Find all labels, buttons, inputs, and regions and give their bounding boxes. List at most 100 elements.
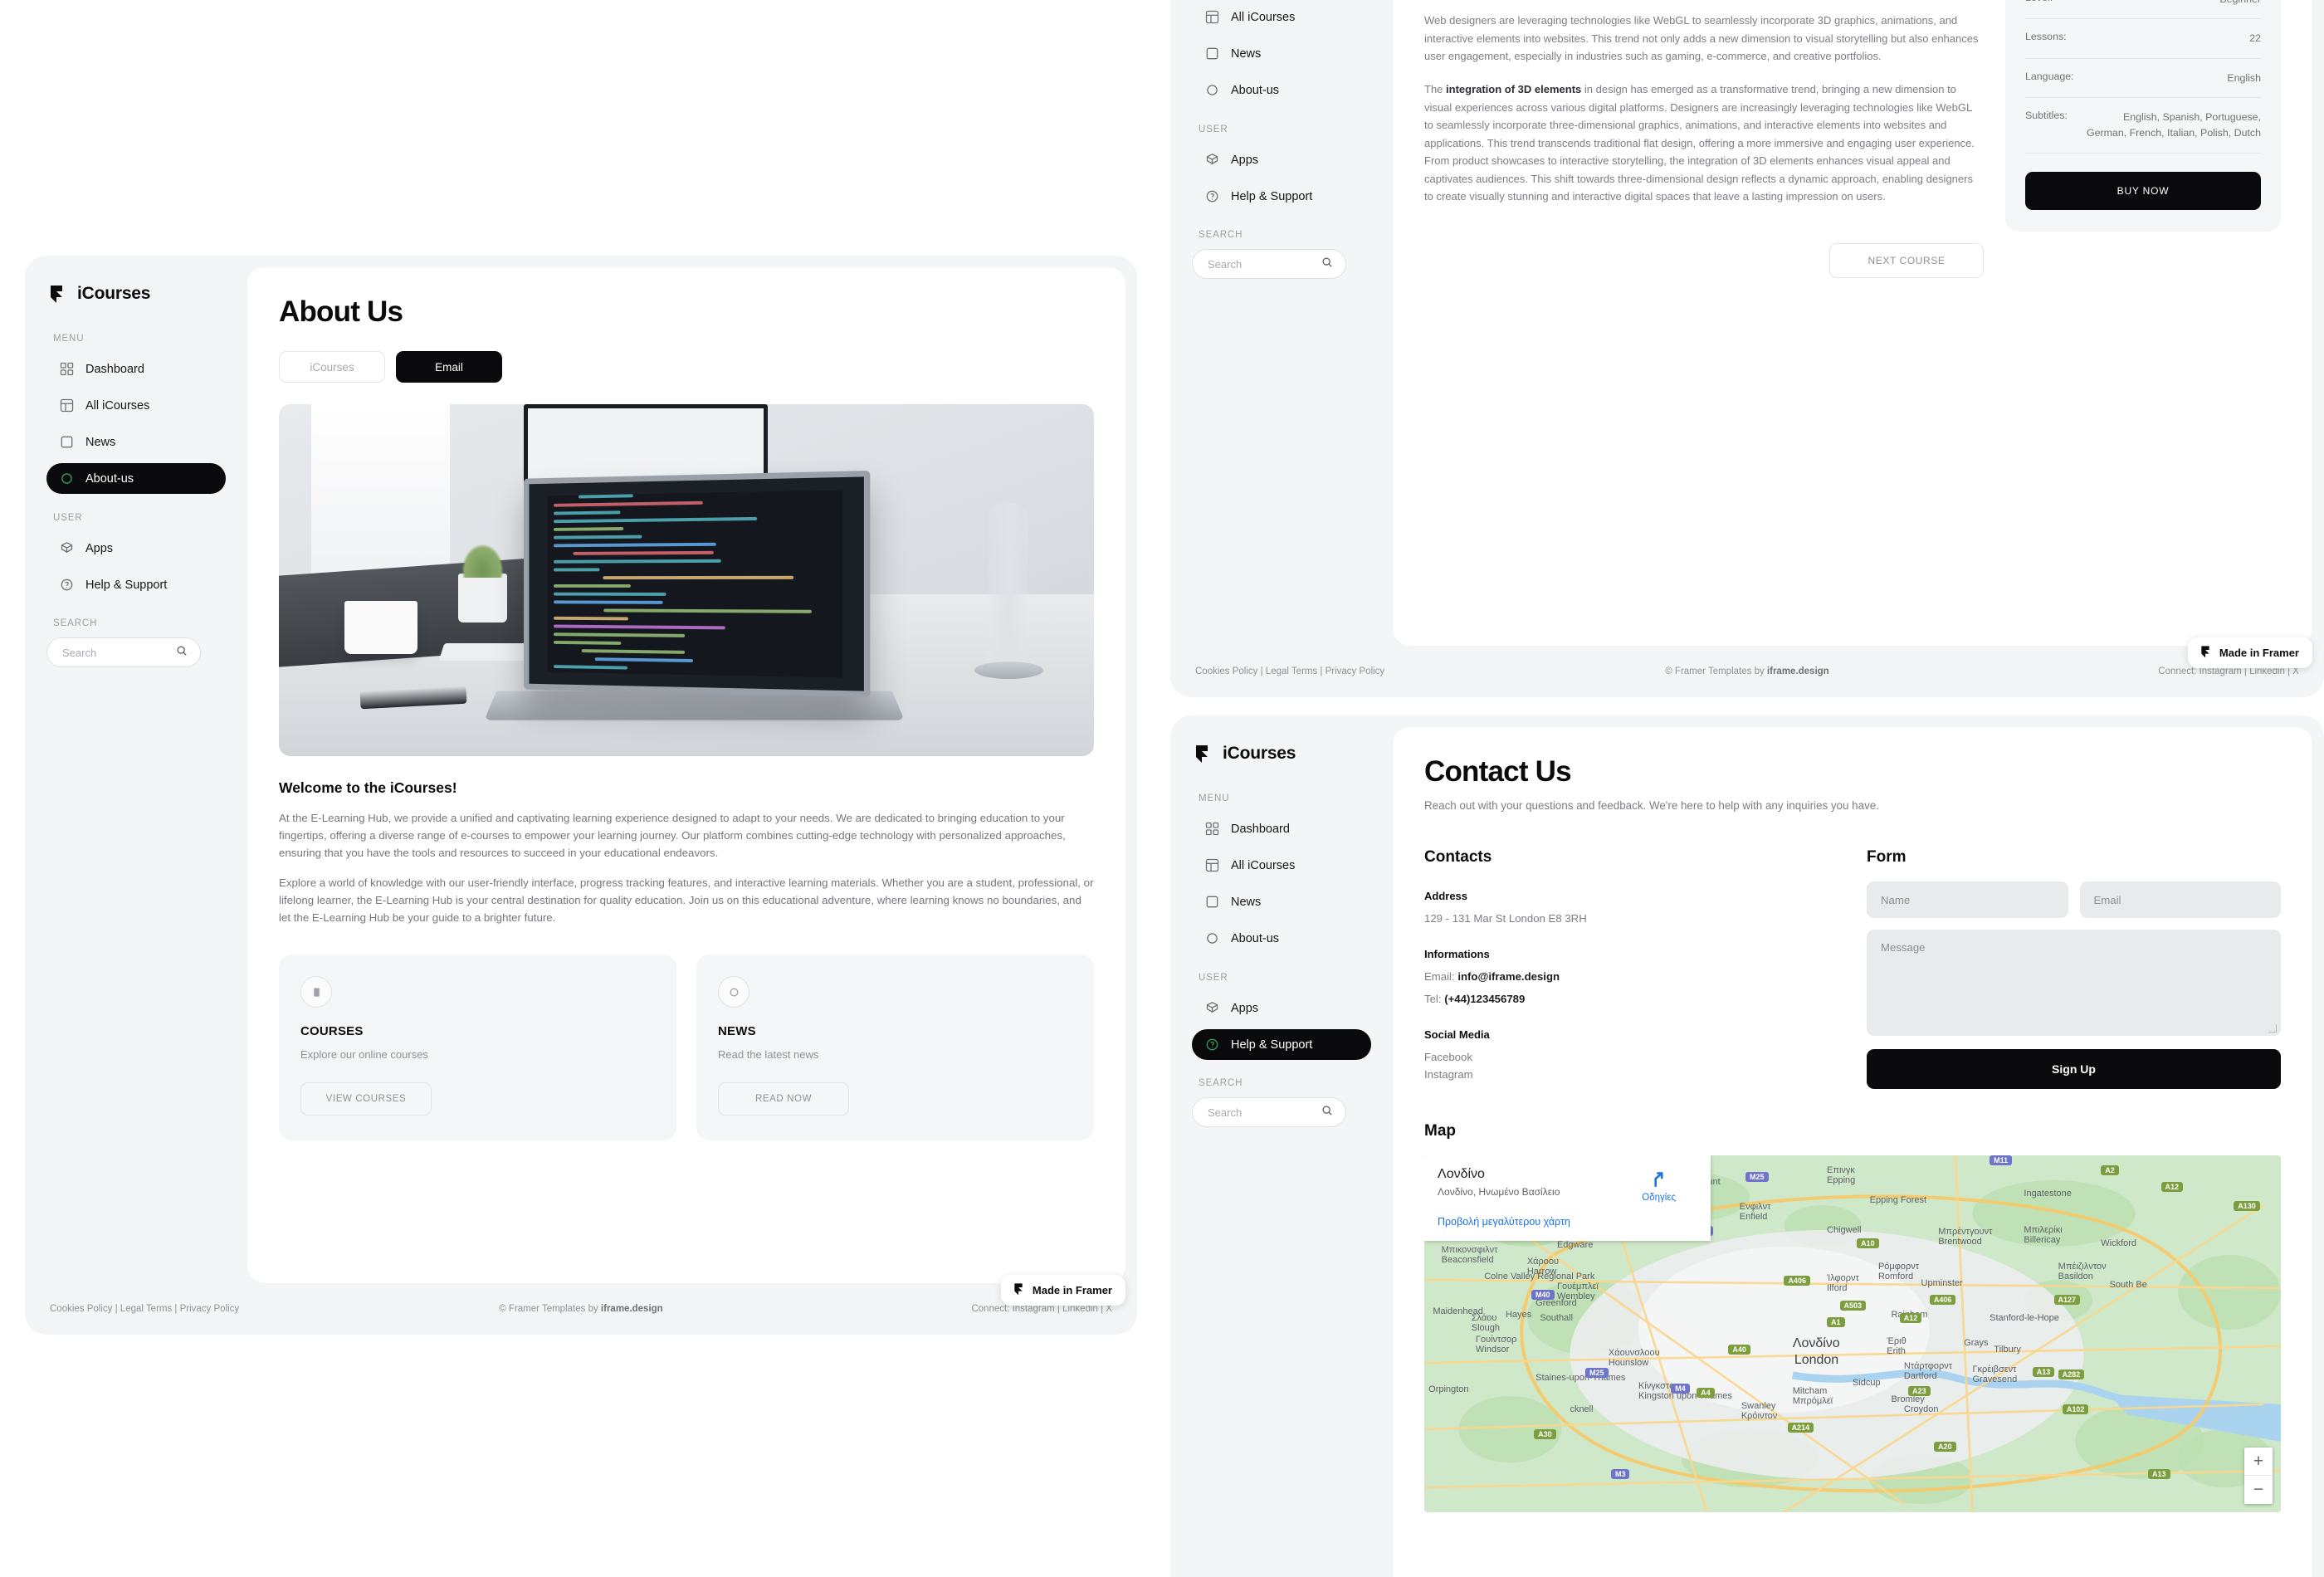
email-value[interactable]: info@iframe.design	[1457, 970, 1560, 983]
next-course-button[interactable]: NEXT COURSE	[1829, 243, 1984, 278]
circle-icon	[718, 976, 749, 1008]
made-in-framer-label: Made in Framer	[2219, 647, 2299, 659]
name-field[interactable]: Name	[1867, 881, 2068, 918]
search-input[interactable]: Search	[1192, 1097, 1346, 1127]
made-in-framer-badge[interactable]: Made in Framer	[2188, 637, 2312, 668]
message-field[interactable]: Message	[1867, 930, 2281, 1036]
footer-credit-brand[interactable]: iframe.design	[1767, 666, 1829, 676]
sidebar-item-about-us[interactable]: About-us	[1192, 75, 1371, 105]
search-placeholder: Search	[1208, 1106, 1242, 1119]
welcome-heading: Welcome to the iCourses!	[279, 779, 1094, 797]
sidebar-about: iCourses MENU Dashboard All iCourses New…	[25, 256, 247, 1283]
tab-email[interactable]: Email	[396, 351, 502, 383]
feature-card-row: COURSES Explore our online courses VIEW …	[279, 954, 1094, 1140]
sidebar-item-all-icourses[interactable]: All iCourses	[46, 390, 226, 421]
map-place-label: Upminster	[1921, 1278, 1963, 1288]
map-place-label: Hayes	[1506, 1310, 1531, 1320]
code-editor	[548, 490, 842, 677]
map-route-shield: A130	[2234, 1201, 2260, 1211]
social-media-heading: Social Media	[1424, 1028, 1838, 1041]
sidebar-item-dashboard[interactable]: Dashboard	[1192, 813, 1371, 844]
sidebar-item-apps[interactable]: Apps	[1192, 144, 1371, 175]
sidebar-item-news[interactable]: News	[1192, 886, 1371, 917]
search-input[interactable]: Search	[46, 637, 201, 667]
sidebar-item-about-us[interactable]: About-us	[1192, 923, 1371, 954]
paragraph-bold: integration of 3D elements	[1446, 83, 1581, 95]
map-place-label: Romford	[1878, 1272, 1913, 1282]
map-zoom-in-button[interactable]: +	[2244, 1448, 2273, 1476]
contacts-heading: Contacts	[1424, 848, 1838, 867]
social-link-instagram[interactable]: Instagram	[1424, 1068, 1838, 1081]
map-place-label: Epping Forest	[1870, 1195, 1926, 1205]
sidebar-item-news[interactable]: News	[46, 427, 226, 457]
paragraph-post: in design has emerged as a transformativ…	[1424, 83, 1975, 203]
social-link-facebook[interactable]: Facebook	[1424, 1051, 1838, 1063]
view-courses-button[interactable]: VIEW COURSES	[300, 1082, 432, 1116]
sidebar-item-all-icourses[interactable]: All iCourses	[1192, 850, 1371, 881]
map-zoom-out-button[interactable]: −	[2244, 1476, 2273, 1504]
read-now-button[interactable]: READ NOW	[718, 1082, 849, 1116]
square-icon	[1205, 895, 1219, 909]
footer-legal-links[interactable]: Cookies Policy | Legal Terms | Privacy P…	[50, 1304, 411, 1314]
search-input[interactable]: Search	[1192, 249, 1346, 279]
sidebar-item-apps[interactable]: Apps	[46, 533, 226, 564]
sidebar-item-help-support[interactable]: Help & Support	[1192, 181, 1371, 212]
footer-legal-links[interactable]: Cookies Policy | Legal Terms | Privacy P…	[1195, 666, 1570, 676]
coffee-mug	[344, 601, 417, 654]
map-place-label: Επινγκ	[1827, 1165, 1855, 1175]
sidebar-item-help-support[interactable]: Help & Support	[1192, 1029, 1371, 1060]
sidebar-item-about-us[interactable]: About-us	[46, 463, 226, 494]
layout-icon	[60, 398, 74, 413]
brand-contact[interactable]: iCourses	[1192, 744, 1371, 764]
informations-heading: Informations	[1424, 948, 1838, 960]
sign-up-button[interactable]: Sign Up	[1867, 1049, 2281, 1089]
map-bigger-map-link[interactable]: Προβολή μεγαλύτερου χάρτη	[1438, 1216, 1697, 1228]
map-embed[interactable]: ΤσέσανCheshuntPotters BarΕπινγκEppingEpp…	[1424, 1155, 2281, 1512]
buy-now-button[interactable]: BUY NOW	[2025, 172, 2261, 210]
square-icon	[60, 435, 74, 449]
about-app-window: iCourses MENU Dashboard All iCourses New…	[25, 256, 1137, 1335]
square-icon	[1205, 46, 1219, 61]
cube-icon	[1205, 153, 1219, 167]
sidebar-item-all-icourses[interactable]: All iCourses	[1192, 2, 1371, 32]
about-main-card: About Us iCourses Email Welcome to the i…	[247, 267, 1125, 1283]
detail-row: Level: Beginner	[2025, 0, 2261, 19]
map-place-subtitle: Λονδίνο, Ηνωμένο Βασίλειο	[1438, 1186, 1560, 1198]
feature-subtitle: Explore our online courses	[300, 1048, 655, 1061]
circle-icon	[60, 471, 74, 486]
map-place-title: Λονδίνο	[1438, 1167, 1560, 1182]
map-place-label: Μπρόμλεϊ	[1793, 1396, 1833, 1406]
made-in-framer-badge[interactable]: Made in Framer	[1001, 1275, 1125, 1306]
tel-label: Tel:	[1424, 993, 1444, 1005]
tab-icourses[interactable]: iCourses	[279, 351, 385, 383]
email-field[interactable]: Email	[2080, 881, 2282, 918]
tel-value[interactable]: (+44)123456789	[1444, 993, 1525, 1005]
footer-credit-brand[interactable]: iframe.design	[601, 1304, 663, 1314]
brand-about[interactable]: iCourses	[46, 284, 226, 304]
map-place-label: Wickford	[2101, 1238, 2136, 1248]
resize-grip-icon[interactable]	[2268, 1024, 2277, 1033]
sidebar-item-news[interactable]: News	[1192, 38, 1371, 69]
sidebar-item-dashboard[interactable]: Dashboard	[46, 354, 226, 384]
about-tab-row: iCourses Email	[279, 351, 1094, 383]
map-zoom-controls[interactable]: + −	[2244, 1448, 2273, 1504]
map-place-label: Stanford-le-Hope	[1990, 1313, 2059, 1323]
map-place-label: Croydon	[1904, 1404, 1939, 1414]
map-place-label: Brentwood	[1938, 1237, 1982, 1247]
sidebar-contact: iCourses MENU Dashboard All iCourses New…	[1170, 715, 1393, 1577]
map-info-card: Λονδίνο Λονδίνο, Ηνωμένο Βασίλειο Οδηγίε…	[1424, 1155, 1711, 1241]
grid-icon	[1205, 822, 1219, 836]
sidebar-item-apps[interactable]: Apps	[1192, 993, 1371, 1023]
sidebar-item-label: About-us	[1231, 932, 1279, 945]
email-line: Email: info@iframe.design	[1424, 970, 1838, 983]
brand-name: iCourses	[1223, 744, 1296, 764]
map-directions-button[interactable]: Οδηγίες	[1642, 1167, 1697, 1203]
contact-subtitle: Reach out with your questions and feedba…	[1424, 799, 2281, 812]
sidebar-item-help-support[interactable]: Help & Support	[46, 569, 226, 600]
nav-spacer	[1192, 959, 1371, 973]
message-placeholder: Message	[1881, 941, 1926, 954]
course-app-window: iCourses MENU Dashboard All iCourses	[1170, 0, 2324, 697]
nav-spacer	[46, 500, 226, 513]
map-route-shield: A13	[2148, 1469, 2170, 1479]
course-app-body: iCourses MENU Dashboard All iCourses	[1170, 0, 2324, 646]
